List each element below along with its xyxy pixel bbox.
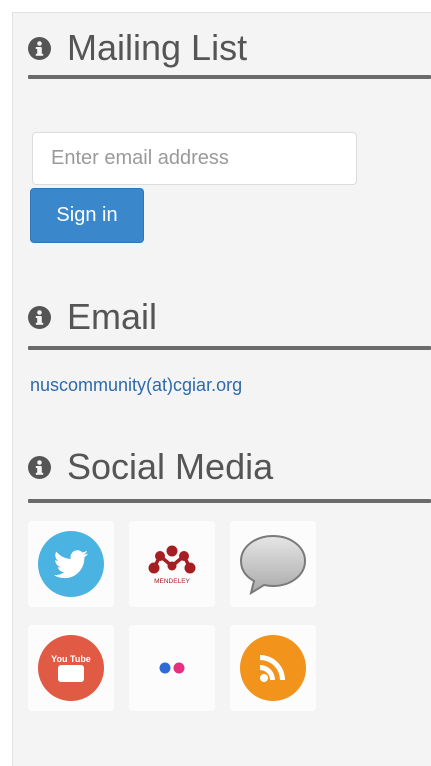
youtube-link[interactable]: You Tube bbox=[28, 625, 114, 711]
email-input[interactable] bbox=[32, 132, 357, 185]
mailing-list-header: Mailing List bbox=[28, 27, 431, 69]
rss-link[interactable] bbox=[230, 625, 316, 711]
mendeley-link[interactable]: MENDELEY bbox=[129, 521, 215, 607]
flickr-icon bbox=[159, 662, 185, 674]
flickr-link[interactable] bbox=[129, 625, 215, 711]
chat-bubble-icon bbox=[239, 534, 307, 596]
sidebar-panel: Mailing List Sign in Email nuscommunity(… bbox=[12, 12, 431, 766]
youtube-caption: You Tube bbox=[51, 654, 91, 664]
social-media-header: Social Media bbox=[28, 446, 431, 488]
youtube-icon: You Tube bbox=[38, 635, 104, 701]
sign-in-button[interactable]: Sign in bbox=[30, 188, 144, 243]
rss-icon bbox=[240, 635, 306, 701]
email-header: Email bbox=[28, 296, 431, 338]
info-icon bbox=[28, 36, 51, 60]
chat-link[interactable] bbox=[230, 521, 316, 607]
twitter-link[interactable] bbox=[28, 521, 114, 607]
info-icon bbox=[28, 455, 51, 479]
info-icon bbox=[28, 305, 51, 329]
mendeley-caption: MENDELEY bbox=[154, 578, 190, 585]
section-title: Social Media bbox=[67, 446, 274, 487]
email-link[interactable]: nuscommunity(at)cgiar.org bbox=[30, 375, 242, 396]
section-divider bbox=[28, 346, 431, 350]
twitter-icon bbox=[38, 531, 104, 597]
section-title: Mailing List bbox=[67, 27, 248, 68]
section-title: Email bbox=[67, 296, 158, 337]
section-divider bbox=[28, 75, 431, 79]
section-divider bbox=[28, 499, 431, 503]
mendeley-icon: MENDELEY bbox=[148, 545, 196, 585]
